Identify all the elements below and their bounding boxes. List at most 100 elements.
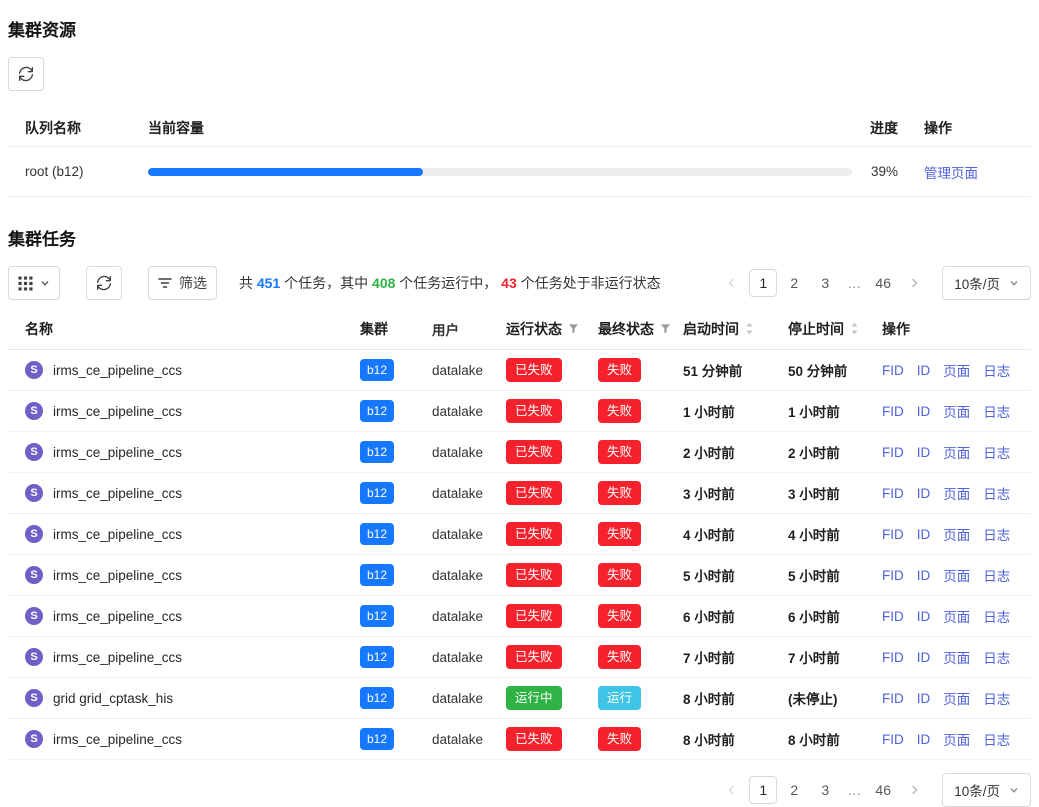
pagination-top: 123…46: [718, 269, 928, 297]
start-time: 51 分钟前: [683, 360, 788, 380]
final-status-badge: 失败: [598, 358, 641, 383]
column-settings-button[interactable]: [8, 266, 60, 300]
queue-capacity-progressbar: [148, 168, 852, 176]
task-action-link[interactable]: 页面: [943, 647, 970, 667]
final-status-filter-icon[interactable]: [660, 323, 671, 334]
task-name: irms_ce_pipeline_ccs: [53, 609, 182, 624]
task-action-link[interactable]: FID: [882, 609, 904, 624]
task-action-link[interactable]: ID: [917, 732, 931, 747]
task-action-link[interactable]: FID: [882, 732, 904, 747]
pager-page-1[interactable]: 1: [749, 776, 777, 804]
task-action-link[interactable]: 页面: [943, 360, 970, 380]
task-action-link[interactable]: ID: [917, 527, 931, 542]
resources-refresh-button[interactable]: [8, 57, 44, 91]
page-size-select[interactable]: 10条/页: [942, 773, 1031, 807]
task-action-link[interactable]: FID: [882, 691, 904, 706]
task-name: grid grid_cptask_his: [53, 691, 173, 706]
task-action-link[interactable]: 日志: [983, 360, 1010, 380]
task-action-link[interactable]: 页面: [943, 401, 970, 421]
table-row: root (b12) 39% 管理页面: [8, 147, 1031, 197]
table-row: S irms_ce_pipeline_ccs b12 datalake 已失败 …: [8, 637, 1031, 678]
pager-prev-button[interactable]: [718, 776, 746, 804]
tasks-refresh-button[interactable]: [86, 266, 122, 300]
task-action-link[interactable]: FID: [882, 568, 904, 583]
task-action-link[interactable]: 页面: [943, 442, 970, 462]
pager-page-3[interactable]: 3: [811, 776, 839, 804]
col-start-time: 启动时间: [683, 319, 739, 339]
col-name: 名称: [25, 319, 53, 339]
task-action-link[interactable]: FID: [882, 445, 904, 460]
table-row: S irms_ce_pipeline_ccs b12 datalake 已失败 …: [8, 719, 1031, 760]
filter-button[interactable]: 筛选: [148, 266, 217, 300]
task-action-link[interactable]: 页面: [943, 483, 970, 503]
task-user: datalake: [432, 404, 506, 419]
task-action-link[interactable]: FID: [882, 527, 904, 542]
task-user: datalake: [432, 691, 506, 706]
start-time-sort-icon[interactable]: [745, 322, 754, 335]
task-action-link[interactable]: FID: [882, 404, 904, 419]
task-action-link[interactable]: ID: [917, 609, 931, 624]
chevron-down-icon: [1009, 276, 1019, 291]
task-action-link[interactable]: 日志: [983, 401, 1010, 421]
pager-page-2[interactable]: 2: [780, 776, 808, 804]
pager-next-button[interactable]: [900, 269, 928, 297]
pager-prev-button[interactable]: [718, 269, 746, 297]
task-name: irms_ce_pipeline_ccs: [53, 568, 182, 583]
cluster-badge: b12: [360, 564, 394, 586]
grid-icon: [18, 276, 33, 291]
task-action-link[interactable]: 页面: [943, 524, 970, 544]
task-action-link[interactable]: FID: [882, 363, 904, 378]
table-row: S irms_ce_pipeline_ccs b12 datalake 已失败 …: [8, 555, 1031, 596]
cluster-resources-section: 集群资源 队列名称 当前容量 进度 操作 root (b12) 39%: [8, 16, 1031, 197]
pager-ellipsis[interactable]: …: [842, 782, 866, 798]
pager-page-46[interactable]: 46: [869, 776, 897, 804]
task-action-link[interactable]: FID: [882, 650, 904, 665]
filter-button-label: 筛选: [179, 273, 207, 293]
task-action-link[interactable]: 日志: [983, 606, 1010, 626]
task-action-link[interactable]: ID: [917, 650, 931, 665]
task-action-link[interactable]: ID: [917, 486, 931, 501]
pager-page-3[interactable]: 3: [811, 269, 839, 297]
task-action-link[interactable]: 页面: [943, 688, 970, 708]
task-action-link[interactable]: ID: [917, 363, 931, 378]
pager-next-button[interactable]: [900, 776, 928, 804]
task-action-link[interactable]: 日志: [983, 483, 1010, 503]
task-action-link[interactable]: 页面: [943, 606, 970, 626]
page-size-select[interactable]: 10条/页: [942, 266, 1031, 300]
task-action-link[interactable]: 日志: [983, 565, 1010, 585]
task-name: irms_ce_pipeline_ccs: [53, 527, 182, 542]
tasks-table: 名称 集群 用户 运行状态 最终状态 启动时间: [8, 308, 1031, 760]
task-action-link[interactable]: 日志: [983, 442, 1010, 462]
task-action-link[interactable]: 日志: [983, 647, 1010, 667]
task-action-link[interactable]: 页面: [943, 565, 970, 585]
task-action-link[interactable]: 日志: [983, 729, 1010, 749]
total-task-count: 451: [257, 275, 280, 291]
col-final-status: 最终状态: [598, 319, 654, 339]
task-action-link[interactable]: 页面: [943, 729, 970, 749]
summary-text: 个任务，其中: [280, 275, 372, 291]
run-status-badge: 已失败: [506, 440, 562, 465]
table-row: S grid grid_cptask_his b12 datalake 运行中 …: [8, 678, 1031, 719]
pager-page-2[interactable]: 2: [780, 269, 808, 297]
task-action-link[interactable]: FID: [882, 486, 904, 501]
pager-ellipsis[interactable]: …: [842, 275, 866, 291]
task-action-links: FID ID 页面日志: [882, 360, 1031, 380]
task-action-link[interactable]: ID: [917, 404, 931, 419]
task-user: datalake: [432, 363, 506, 378]
final-status-badge: 失败: [598, 440, 641, 465]
task-action-link[interactable]: ID: [917, 445, 931, 460]
queue-progress-fill: [148, 168, 423, 176]
task-action-link[interactable]: 日志: [983, 524, 1010, 544]
pager-page-1[interactable]: 1: [749, 269, 777, 297]
task-user: datalake: [432, 486, 506, 501]
manage-page-link[interactable]: 管理页面: [924, 166, 978, 181]
task-user: datalake: [432, 527, 506, 542]
run-status-filter-icon[interactable]: [568, 323, 579, 334]
pager-page-46[interactable]: 46: [869, 269, 897, 297]
col-run-status: 运行状态: [506, 319, 562, 339]
task-action-link[interactable]: ID: [917, 568, 931, 583]
task-action-link[interactable]: ID: [917, 691, 931, 706]
stop-time-sort-icon[interactable]: [850, 322, 859, 335]
task-action-link[interactable]: 日志: [983, 688, 1010, 708]
final-status-badge: 失败: [598, 645, 641, 670]
